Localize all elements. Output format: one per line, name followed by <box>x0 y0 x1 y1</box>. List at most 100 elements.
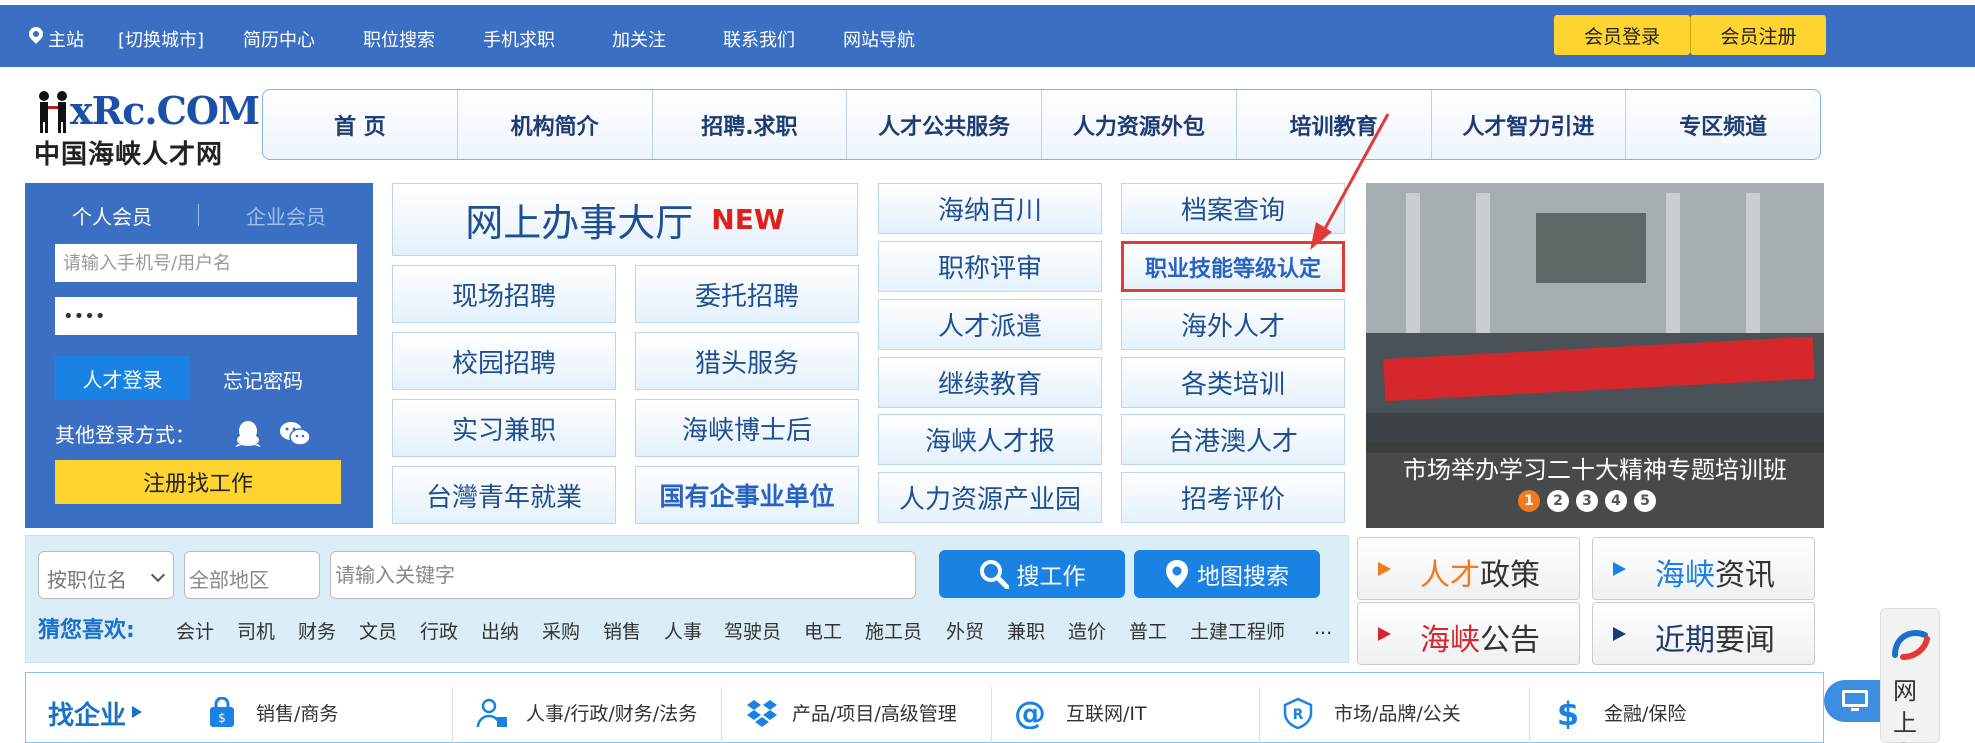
banner-dot-2[interactable]: 2 <box>1547 490 1569 512</box>
topbar-link-follow[interactable]: 加关注 <box>612 26 666 52</box>
tile-campus-recruit[interactable]: 校园招聘 <box>392 332 616 390</box>
tag-sales[interactable]: 销售 <box>603 617 641 644</box>
online-service-float-panel[interactable]: 网上办 <box>1880 608 1940 743</box>
location-main-site[interactable]: 主站 <box>48 26 84 52</box>
tag-part-time[interactable]: 兼职 <box>1007 617 1045 644</box>
nav-talent-import[interactable]: 人才智力引进 <box>1430 90 1626 159</box>
member-login-button[interactable]: 会员登录 <box>1554 15 1690 55</box>
logo-figures-icon <box>39 91 67 133</box>
tag-driver[interactable]: 司机 <box>237 617 275 644</box>
wechat-icon[interactable] <box>279 420 311 448</box>
tile-hk-macao-tw-talent[interactable]: 台港澳人才 <box>1121 414 1345 465</box>
talent-login-button[interactable]: 人才登录 <box>55 356 190 400</box>
tag-hr[interactable]: 人事 <box>664 617 702 644</box>
location-pin-icon <box>26 24 46 44</box>
search-job-button[interactable]: 搜工作 <box>939 550 1125 598</box>
online-hall-label: 网上办事大厅 <box>465 201 694 245</box>
nav-about[interactable]: 机构简介 <box>456 90 652 159</box>
tile-overseas-talent[interactable]: 海外人才 <box>1121 299 1345 350</box>
tile-continuing-edu[interactable]: 继续教育 <box>878 357 1102 408</box>
nav-home[interactable]: 首 页 <box>263 90 457 159</box>
banner-dot-5[interactable]: 5 <box>1634 490 1656 512</box>
area-select[interactable]: 全部地区 <box>184 551 320 599</box>
topbar-link-mobile[interactable]: 手机求职 <box>483 26 555 52</box>
tile-headhunting[interactable]: 猎头服务 <box>635 332 859 390</box>
category-internet-it[interactable]: 互联网/IT <box>1066 699 1147 726</box>
tab-personal-member[interactable]: 个人会员 <box>25 201 199 230</box>
category-hr-admin[interactable]: 人事/行政/财务/法务 <box>526 699 697 726</box>
topbar-link-resume[interactable]: 简历中心 <box>243 26 315 52</box>
logo-text-cn: 中国海峡人才网 <box>34 140 224 170</box>
tile-talent-dispatch[interactable]: 人才派遣 <box>878 299 1102 350</box>
category-marketing-brand[interactable]: 市场/品牌/公关 <box>1334 699 1461 726</box>
nav-public-service[interactable]: 人才公共服务 <box>846 90 1041 159</box>
category-sales[interactable]: 销售/商务 <box>256 699 338 726</box>
tag-purchasing[interactable]: 采购 <box>542 617 580 644</box>
tag-foreign-trade[interactable]: 外贸 <box>946 617 984 644</box>
tile-taiwan-youth[interactable]: 台灣青年就業 <box>392 466 616 524</box>
position-type-select[interactable]: 按职位名 <box>38 551 174 599</box>
category-divider <box>1529 687 1530 743</box>
tag-admin[interactable]: 行政 <box>420 617 458 644</box>
tile-various-training[interactable]: 各类培训 <box>1121 357 1345 408</box>
banner-carousel[interactable]: 市场举办学习二十大精神专题培训班 1 2 3 4 5 <box>1366 183 1824 528</box>
tag-civil-engineer[interactable]: 土建工程师 <box>1190 617 1285 644</box>
strait-notice-button[interactable]: 海峡公告 <box>1357 602 1580 665</box>
banner-dot-3[interactable]: 3 <box>1576 490 1598 512</box>
tag-chauffeur[interactable]: 驾驶员 <box>724 617 781 644</box>
tag-finance[interactable]: 财务 <box>298 617 336 644</box>
play-arrow-icon <box>1378 627 1391 641</box>
recent-news-first: 近期 <box>1655 623 1715 658</box>
switch-city-link[interactable]: [切换城市] <box>118 26 204 52</box>
nav-channels[interactable]: 专区频道 <box>1625 90 1820 159</box>
strait-news-button[interactable]: 海峡资讯 <box>1592 537 1815 600</box>
online-chat-button[interactable] <box>1824 680 1884 722</box>
tag-electrician[interactable]: 电工 <box>804 617 842 644</box>
tile-postdoc[interactable]: 海峡博士后 <box>635 399 859 457</box>
tag-constructor[interactable]: 施工员 <box>865 617 922 644</box>
tile-state-enterprise[interactable]: 国有企事业单位 <box>635 466 859 524</box>
register-job-button[interactable]: 注册找工作 <box>55 460 341 504</box>
member-register-button[interactable]: 会员注册 <box>1690 15 1826 55</box>
password-input[interactable] <box>55 297 357 335</box>
username-input[interactable] <box>55 244 357 282</box>
tile-haina-baichuan[interactable]: 海纳百川 <box>878 183 1102 234</box>
banner-dot-1[interactable]: 1 <box>1518 490 1540 512</box>
map-search-button[interactable]: 地图搜索 <box>1134 550 1320 598</box>
tile-title-review[interactable]: 职称评审 <box>878 241 1102 292</box>
topbar-link-contact[interactable]: 联系我们 <box>723 26 795 52</box>
nav-hr-outsourcing[interactable]: 人力资源外包 <box>1041 90 1236 159</box>
tag-more[interactable]: ... <box>1314 617 1332 639</box>
tag-cost-estimation[interactable]: 造价 <box>1068 617 1106 644</box>
talent-policy-button[interactable]: 人才政策 <box>1357 537 1580 600</box>
tile-exam-evaluation[interactable]: 招考评价 <box>1121 472 1345 523</box>
category-finance-insurance[interactable]: 金融/保险 <box>1604 699 1686 726</box>
keyword-input[interactable] <box>330 551 916 599</box>
tag-cashier[interactable]: 出纳 <box>481 617 519 644</box>
forgot-password-link[interactable]: 忘记密码 <box>223 365 303 394</box>
online-service-hall-tile[interactable]: 网上办事大厅 NEW <box>392 183 858 256</box>
strait-news-rest: 资讯 <box>1715 558 1775 593</box>
tile-hr-industrial-park[interactable]: 人力资源产业园 <box>878 472 1102 523</box>
banner-dot-4[interactable]: 4 <box>1605 490 1627 512</box>
site-logo[interactable]: xRc.COM 中国海峡人才网 <box>34 86 260 170</box>
category-divider <box>452 687 453 743</box>
tile-onsite-recruit[interactable]: 现场招聘 <box>392 265 616 323</box>
tag-clerk[interactable]: 文员 <box>359 617 397 644</box>
category-divider <box>721 687 722 743</box>
banner-caption[interactable]: 市场举办学习二十大精神专题培训班 <box>1366 450 1824 485</box>
topbar-link-job-search[interactable]: 职位搜索 <box>363 26 435 52</box>
tag-accounting[interactable]: 会计 <box>176 617 214 644</box>
qq-icon[interactable] <box>235 420 261 448</box>
tab-company-member[interactable]: 企业会员 <box>199 201 373 230</box>
recent-news-button[interactable]: 近期要闻 <box>1592 602 1815 665</box>
tag-general-worker[interactable]: 普工 <box>1129 617 1167 644</box>
category-product-management[interactable]: 产品/项目/高级管理 <box>792 699 957 726</box>
topbar-link-sitemap[interactable]: 网站导航 <box>843 26 915 52</box>
tile-strait-talent-news[interactable]: 海峡人才报 <box>878 414 1102 465</box>
tile-internship[interactable]: 实习兼职 <box>392 399 616 457</box>
find-company-label[interactable]: 找企业 <box>48 695 143 732</box>
float-panel-text: 网上办 <box>1893 677 1917 743</box>
nav-recruit[interactable]: 招聘.求职 <box>651 90 847 159</box>
tile-entrusted-recruit[interactable]: 委托招聘 <box>635 265 859 323</box>
